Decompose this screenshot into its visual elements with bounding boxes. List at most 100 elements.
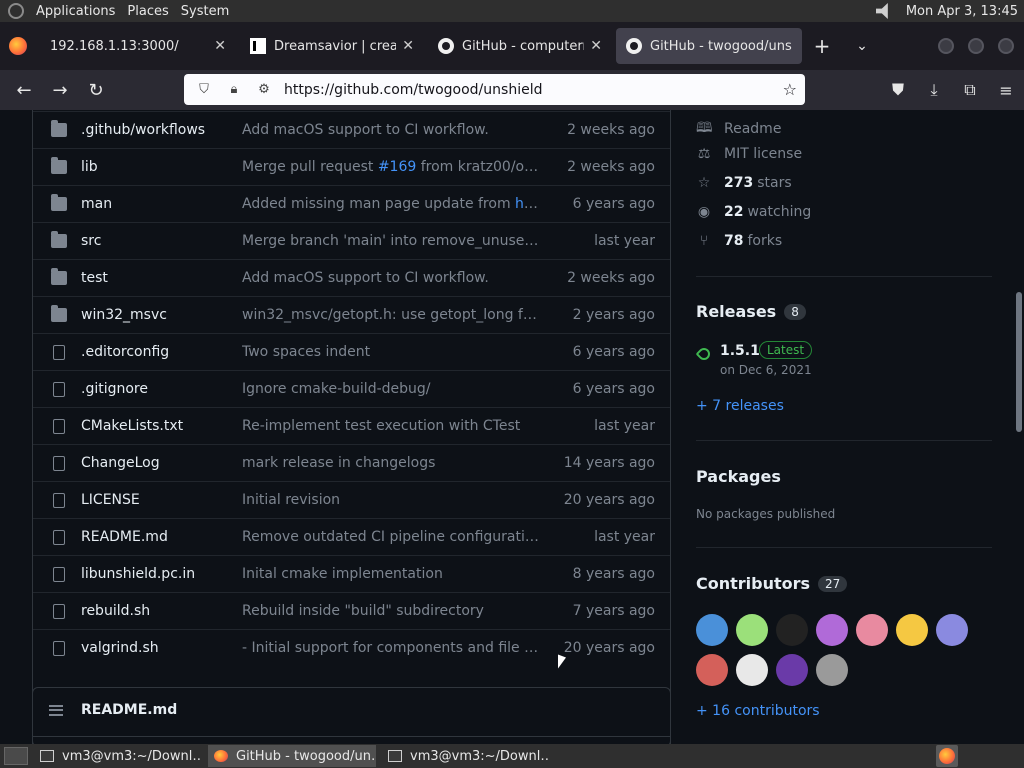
more-releases-link[interactable]: + 7 releases (696, 398, 784, 414)
bookmark-star-icon[interactable]: ☆ (783, 80, 797, 99)
file-name-link[interactable]: LICENSE (81, 492, 140, 508)
readme-title[interactable]: README.md (81, 702, 177, 718)
taskbar-item-terminal-1[interactable]: vm3@vm3:~/Downl… (34, 745, 202, 767)
outline-list-icon[interactable] (49, 704, 63, 716)
file-name-link[interactable]: .gitignore (81, 381, 148, 397)
commit-message-text[interactable]: Added missing man page update from (242, 196, 515, 212)
file-row[interactable]: LICENSE Initial revision 20 years ago (33, 481, 670, 518)
file-row[interactable]: lib Merge pull request #169 from kratz00/… (33, 148, 670, 185)
file-row[interactable]: test Add macOS support to CI workflow. 2 w… (33, 259, 670, 296)
firefox-view-button[interactable] (0, 22, 36, 70)
file-row[interactable]: src Merge branch 'main' into remove_unuse… (33, 222, 670, 259)
commit-age[interactable]: 6 years ago (573, 344, 655, 360)
file-row[interactable]: .gitignore Ignore cmake-build-debug/6 yea… (33, 370, 670, 407)
file-name-link[interactable]: .github/workflows (81, 122, 205, 138)
commit-message-link[interactable]: Inital cmake implementation (242, 566, 542, 582)
file-name-link[interactable]: win32_msvc (81, 307, 167, 323)
back-button[interactable]: ← (6, 80, 42, 101)
tab-github-unshield[interactable]: GitHub - twogood/unshield (616, 28, 802, 64)
contributor-avatar[interactable] (776, 614, 808, 646)
pocket-icon[interactable]: ⛊ (880, 80, 916, 100)
close-tab-icon[interactable]: ✕ (402, 38, 414, 54)
packages-heading[interactable]: Packages (696, 467, 781, 486)
file-row[interactable]: libunshield.pc.in Inital cmake implementa… (33, 555, 670, 592)
commit-age[interactable]: last year (594, 418, 655, 434)
releases-heading[interactable]: Releases 8 (696, 302, 806, 321)
commit-message-link[interactable]: - Initial support for components and fil… (242, 640, 542, 656)
more-contributors-link[interactable]: + 16 contributors (696, 703, 820, 719)
permissions-icon[interactable]: ⚙ (254, 82, 274, 97)
contributor-avatar[interactable] (736, 654, 768, 686)
commit-message-link[interactable]: Merge pull request #169 from kratz00/ope… (242, 159, 542, 175)
license-link[interactable]: ⚖ MIT license (696, 146, 802, 162)
file-name-link[interactable]: lib (81, 159, 98, 175)
latest-release-link[interactable]: 1.5.1 (720, 343, 760, 359)
file-row[interactable]: valgrind.sh - Initial support for compone… (33, 629, 670, 666)
contributor-avatar[interactable] (896, 614, 928, 646)
file-row[interactable]: README.md Remove outdated CI pipeline con… (33, 518, 670, 555)
close-tab-icon[interactable]: ✕ (214, 38, 226, 54)
contributor-avatar[interactable] (936, 614, 968, 646)
commit-message-link[interactable]: Rebuild inside "build" subdirectory (242, 603, 542, 619)
commit-age[interactable]: 2 years ago (573, 307, 655, 323)
tray-firefox-button[interactable] (936, 745, 958, 767)
commit-age[interactable]: 14 years ago (564, 455, 655, 471)
commit-message-link[interactable]: win32_msvc/getopt.h: use getopt_long fro… (242, 307, 542, 323)
close-window-button[interactable] (998, 38, 1014, 54)
file-row[interactable]: man Added missing man page update from ht… (33, 185, 670, 222)
extensions-icon[interactable]: ⧉ (952, 80, 988, 100)
list-tabs-button[interactable]: ⌄ (842, 38, 882, 54)
commit-message-ref-link[interactable]: https://… (515, 196, 542, 212)
contributor-avatar[interactable] (816, 654, 848, 686)
shield-icon[interactable]: ⛉ (194, 82, 214, 97)
clock[interactable]: Mon Apr 3, 13:45 (906, 4, 1018, 19)
contributors-heading[interactable]: Contributors 27 (696, 574, 848, 593)
commit-message-ref-link[interactable]: #169 (378, 159, 416, 175)
commit-age[interactable]: 20 years ago (564, 640, 655, 656)
reload-button[interactable]: ↻ (78, 80, 114, 101)
commit-message-link[interactable]: mark release in changelogs (242, 455, 542, 471)
file-name-link[interactable]: libunshield.pc.in (81, 566, 195, 582)
forward-button[interactable]: → (42, 80, 78, 101)
commit-age[interactable]: 2 weeks ago (567, 122, 655, 138)
file-name-link[interactable]: man (81, 196, 112, 212)
new-tab-button[interactable]: + (802, 34, 842, 58)
commit-age[interactable]: 2 weeks ago (567, 159, 655, 175)
contributor-avatar[interactable] (816, 614, 848, 646)
file-row[interactable]: rebuild.sh Rebuild inside "build" subdire… (33, 592, 670, 629)
commit-message-link[interactable]: Add macOS support to CI workflow. (242, 122, 542, 138)
commit-message-text[interactable]: Merge pull request (242, 159, 378, 175)
file-name-link[interactable]: test (81, 270, 108, 286)
stars-link[interactable]: ☆ 273 stars (696, 175, 792, 191)
volume-icon[interactable] (875, 3, 888, 19)
menu-icon[interactable]: ≡ (988, 81, 1024, 100)
file-name-link[interactable]: src (81, 233, 101, 249)
url-text[interactable]: https://github.com/twogood/unshield (284, 82, 542, 98)
forks-link[interactable]: ⑂ 78 forks (696, 233, 782, 249)
tab-github-computernewb[interactable]: GitHub - computernewb ✕ (428, 28, 612, 64)
show-desktop-button[interactable] (4, 747, 28, 765)
commit-message-link[interactable]: Two spaces indent (242, 344, 542, 360)
contributor-avatar[interactable] (856, 614, 888, 646)
tab-local-server[interactable]: 192.168.1.13:3000/ ✕ (40, 28, 236, 64)
file-name-link[interactable]: CMakeLists.txt (81, 418, 183, 434)
file-row[interactable]: .editorconfig Two spaces indent 6 years ag… (33, 333, 670, 370)
commit-message-link[interactable]: Added missing man page update from https… (242, 196, 542, 212)
watchers-link[interactable]: ◉ 22 watching (696, 204, 811, 220)
commit-message-text[interactable]: from kratz00/openssl (416, 159, 542, 175)
commit-message-link[interactable]: Re-implement test execution with CTest (242, 418, 542, 434)
commit-message-link[interactable]: Add macOS support to CI workflow. (242, 270, 542, 286)
file-name-link[interactable]: valgrind.sh (81, 640, 159, 656)
taskbar-item-firefox[interactable]: GitHub - twogood/un… (208, 745, 376, 767)
readme-link[interactable]: 🕮 Readme (696, 117, 781, 141)
lock-icon[interactable]: 🔒︎ (224, 82, 244, 97)
contributor-avatar[interactable] (736, 614, 768, 646)
file-row[interactable]: CMakeLists.txt Re-implement test executio… (33, 407, 670, 444)
commit-message-link[interactable]: Merge branch 'main' into remove_unused_o… (242, 233, 542, 249)
taskbar-item-terminal-2[interactable]: vm3@vm3:~/Downl… (382, 745, 550, 767)
commit-age[interactable]: last year (594, 233, 655, 249)
commit-message-link[interactable]: Remove outdated CI pipeline configuratio… (242, 529, 542, 545)
commit-age[interactable]: 6 years ago (573, 381, 655, 397)
minimize-button[interactable] (938, 38, 954, 54)
commit-age[interactable]: 8 years ago (573, 566, 655, 582)
